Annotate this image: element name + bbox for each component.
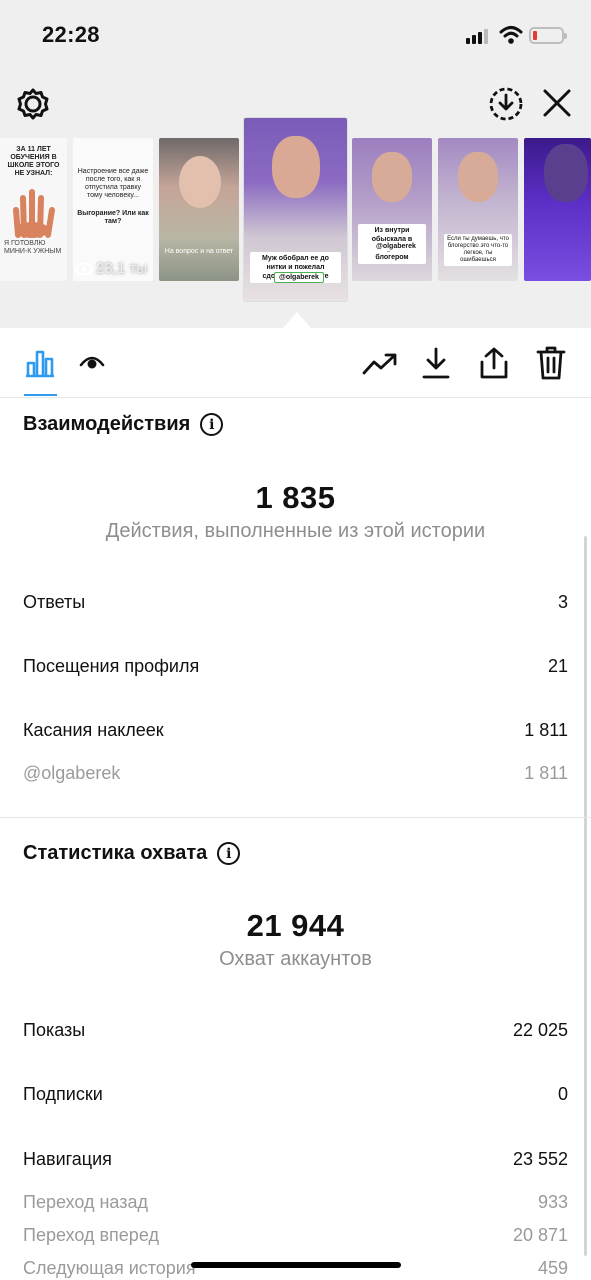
stat-label: Переход вперед [23,1225,159,1245]
share-icon[interactable] [475,344,513,382]
hand-illustration-icon [13,189,55,238]
insights-content[interactable]: Взаимодействия i 1 835 Действия, выполне… [0,398,591,1280]
reach-title-text: Статистика охвата [23,842,208,864]
interactions-total-label: Действия, выполненные из этой истории [105,520,486,542]
stat-subrow: @olgaberek 1 811 [23,763,568,784]
info-icon[interactable]: i [200,413,224,436]
stat-row: Касания наклеек 1 811 [23,720,568,741]
stat-label: Посещения профиля [23,656,200,676]
stat-row: Навигация 23 552 [23,1149,568,1170]
story-thumbnails-strip[interactable]: ЗА 11 ЛЕТ ОБУЧЕНИЯ В ШКОЛЕ ЭТОГО НЕ УЗНА… [0,118,591,303]
eye-icon [75,262,93,275]
story-caption: Если ты думаешь, что блогерство это что-… [444,234,512,266]
story-thumbnail[interactable]: Из внутри обыскала в нищу-бесс блогером … [352,138,432,281]
selected-story-pointer [283,312,311,328]
story-thumbnail[interactable]: На вопрос и на ответ [159,138,239,281]
story-thumbnail[interactable]: ЗА 11 ЛЕТ ОБУЧЕНИЯ В ШКОЛЕ ЭТОГО НЕ УЗНА… [0,138,67,281]
reach-total: 21 944 [246,908,345,943]
story-mention-sticker: @olgaberek [372,242,420,251]
trash-icon[interactable] [532,343,570,383]
story-thumbnail-text: Настроение все даже после того, как я от… [77,168,149,199]
tab-active-indicator [24,394,57,396]
home-indicator[interactable] [191,1262,401,1268]
story-photo [544,144,588,202]
close-icon[interactable] [538,84,576,122]
reach-section-title: Статистика охвата i [23,842,241,865]
stat-value: 0 [557,1084,568,1104]
interactions-section-title: Взаимодействия i [23,413,224,436]
stat-value: 933 [537,1192,568,1212]
stat-value: 1 811 [524,763,568,783]
stat-value: 1 811 [524,720,568,740]
story-mention-sticker: @olgaberek [274,272,324,283]
download-icon[interactable] [418,344,454,382]
stat-value: 20 871 [512,1225,568,1245]
story-thumbnail-selected[interactable]: Муж обобрал ее до нитки и пожелал сдохну… [244,118,347,301]
stat-value: 3 [557,592,568,612]
stat-label: Показы [23,1020,86,1040]
stat-subrow: Переход назад 933 [23,1192,568,1213]
eye-icon[interactable] [78,350,106,376]
stat-value: 22 025 [512,1020,568,1040]
story-thumbnail-text: ЗА 11 ЛЕТ ОБУЧЕНИЯ В ШКОЛЕ ЭТОГО НЕ УЗНА… [7,146,60,177]
story-viewer-header: 22:28 ЗА 11 ЛЕТ ОБУЧЕНИЯ В ШКОЛЕ ЭТОГО Н… [0,0,591,328]
story-views-value: 23,1 ты [96,260,148,277]
stat-value: 23 552 [512,1149,568,1169]
info-icon[interactable]: i [217,842,241,865]
story-photo [179,156,221,208]
stat-label: Касания наклеек [23,720,164,740]
story-photo [372,152,412,202]
scrollbar[interactable] [584,536,587,1256]
stat-value: 21 [547,656,568,676]
stat-subrow: Переход вперед 20 871 [23,1225,568,1246]
trending-icon[interactable] [360,346,400,382]
story-thumbnail-text: На вопрос и на ответ [164,248,234,255]
stat-row: Посещения профиля 21 [23,656,568,677]
story-photo [272,136,320,198]
stat-row: Ответы 3 [23,592,568,613]
story-photo [458,152,498,202]
cellular-signal-icon [466,28,492,44]
story-thumbnail[interactable] [524,138,591,281]
story-thumbnail-text: Я ГОТОВЛЮ МИНИ-К УЖНЫМ [4,240,62,255]
stat-value: 459 [537,1258,568,1278]
battery-icon [529,27,567,44]
divider [0,817,591,818]
story-thumbnail[interactable]: Если ты думаешь, что блогерство это что-… [438,138,518,281]
interactions-total: 1 835 [255,480,336,515]
interactions-title-text: Взаимодействия [23,413,191,435]
stat-label: Следующая история [23,1258,196,1278]
story-thumbnail[interactable]: Настроение все даже после того, как я от… [73,138,153,281]
stat-row: Показы 22 025 [23,1020,568,1041]
reach-total-label: Охват аккаунтов [219,948,372,970]
status-time: 22:28 [42,22,100,47]
stat-row: Подписки 0 [23,1084,568,1105]
stat-label: Ответы [23,592,86,612]
stat-label: Подписки [23,1084,103,1104]
story-views-count: 23,1 ты [75,260,147,277]
wifi-icon [499,26,523,44]
stat-label: Навигация [23,1149,112,1169]
insights-toolbar [0,328,591,398]
status-bar: 22:28 [0,0,591,70]
stat-label: Переход назад [23,1192,149,1212]
story-thumbnail-text: Выгорание? Или как там? [77,210,149,225]
stat-label: @olgaberek [23,763,121,783]
bar-chart-icon[interactable] [22,344,58,380]
